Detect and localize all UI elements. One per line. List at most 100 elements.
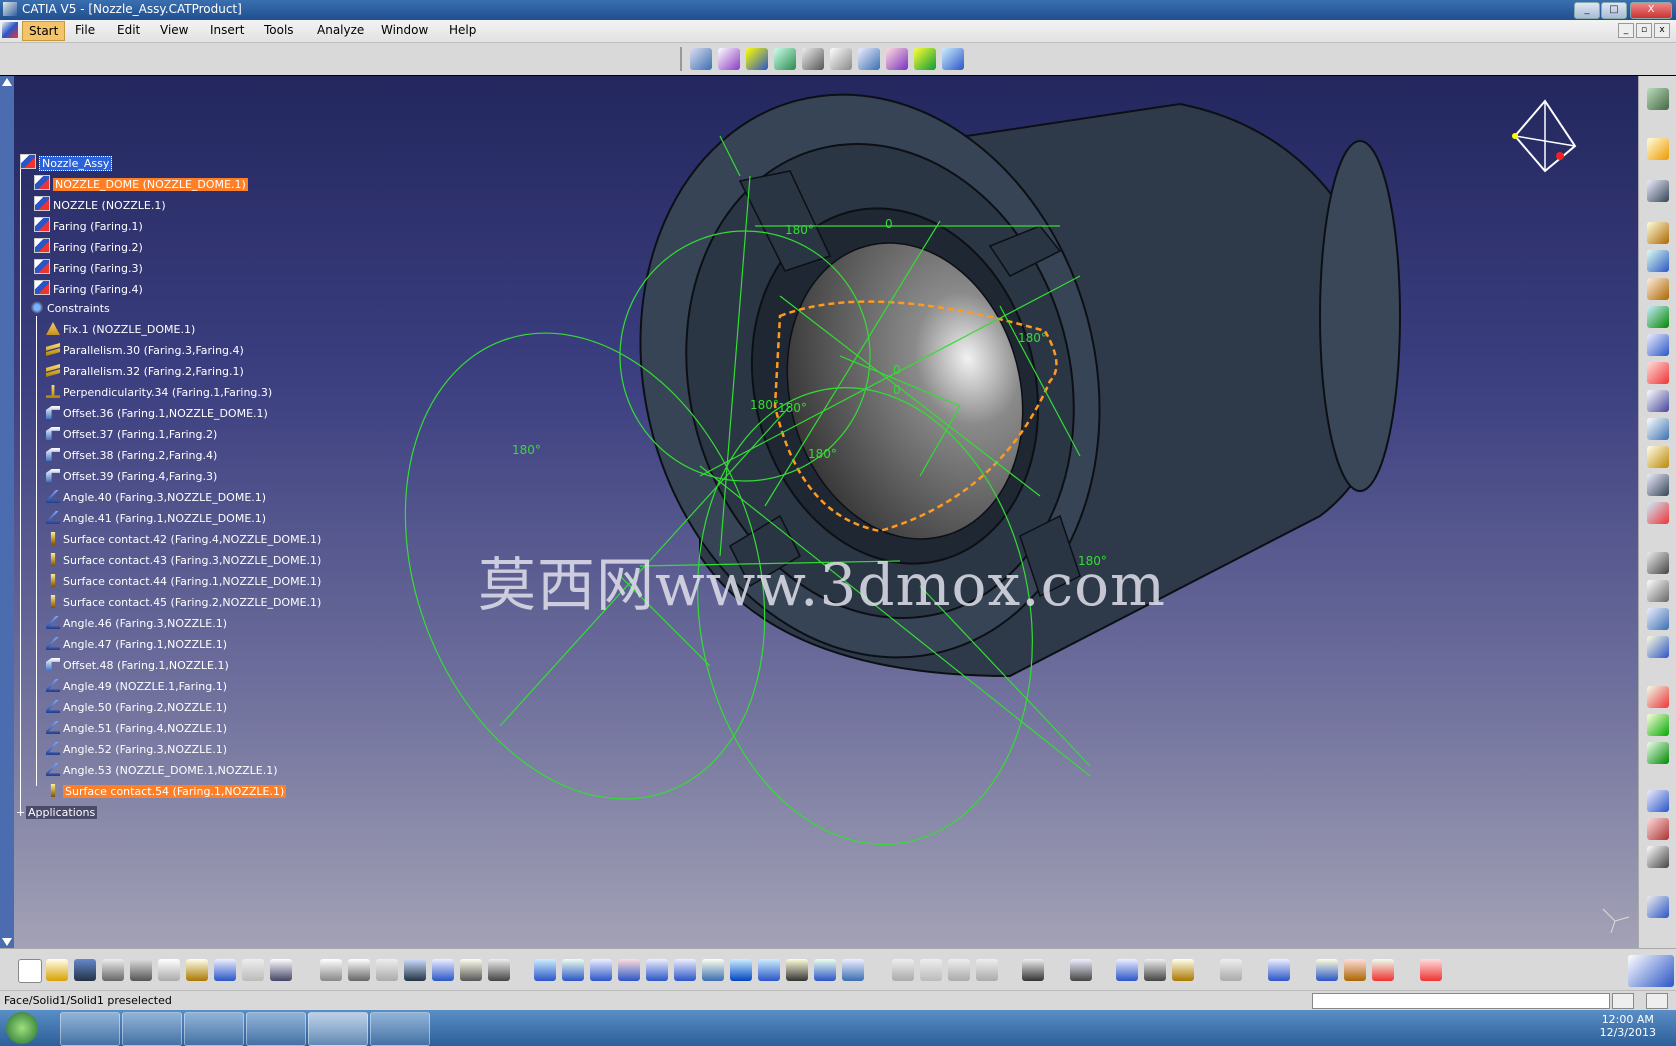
- material-icon[interactable]: [1344, 959, 1366, 981]
- copy-icon[interactable]: [158, 959, 180, 981]
- new-component-icon[interactable]: [1647, 222, 1669, 244]
- tree-root[interactable]: Nozzle_Assy: [20, 154, 113, 171]
- command-search-button[interactable]: [1646, 993, 1668, 1009]
- flag-note-icon[interactable]: [1647, 846, 1669, 868]
- replace-icon[interactable]: [1647, 334, 1669, 356]
- tree-constraint-label[interactable]: Angle.41 (Faring.1,NOZZLE_DOME.1): [63, 512, 266, 525]
- weld-icon[interactable]: [1647, 818, 1669, 840]
- menu-tools[interactable]: Tools: [264, 23, 294, 37]
- tree-constraint[interactable]: Angle.49 (NOZZLE.1,Faring.1): [46, 679, 227, 695]
- camera-icon[interactable]: [1022, 959, 1044, 981]
- scroll-down-icon[interactable]: [2, 938, 12, 946]
- zoom-in-icon[interactable]: [646, 959, 668, 981]
- tree-applications-node[interactable]: + Applications: [16, 805, 98, 821]
- measure-icon[interactable]: [1647, 636, 1669, 658]
- grid-icon[interactable]: [1420, 959, 1442, 981]
- tree-constraint[interactable]: Perpendicularity.34 (Faring.1,Faring.3): [46, 385, 272, 401]
- close-button[interactable]: X: [1630, 2, 1672, 19]
- tree-constraint[interactable]: Angle.41 (Faring.1,NOZZLE_DOME.1): [46, 511, 266, 527]
- tree-constraint[interactable]: Angle.52 (Faring.3,NOZZLE.1): [46, 742, 227, 758]
- bottle-icon[interactable]: [1172, 959, 1194, 981]
- tree-constraint[interactable]: Offset.37 (Faring.1,Faring.2): [46, 427, 217, 443]
- tree-constraint-label[interactable]: Parallelism.32 (Faring.2,Faring.1): [63, 365, 244, 378]
- pencil-icon[interactable]: [830, 48, 852, 70]
- new-part-icon[interactable]: [1647, 278, 1669, 300]
- text-icon[interactable]: [1647, 418, 1669, 440]
- paste-icon[interactable]: [186, 959, 208, 981]
- tree-constraint[interactable]: Angle.47 (Faring.1,NOZZLE.1): [46, 637, 227, 653]
- tree-constraint[interactable]: Surface contact.45 (Faring.2,NOZZLE_DOME…: [46, 595, 321, 611]
- rotate-icon[interactable]: [618, 959, 640, 981]
- tree-constraint-label[interactable]: Angle.51 (Faring.4,NOZZLE.1): [63, 722, 227, 735]
- product-tool-icon[interactable]: [892, 959, 914, 981]
- system-tray[interactable]: [1376, 1020, 1536, 1036]
- zoom-out-icon[interactable]: [674, 959, 696, 981]
- tree-part-label[interactable]: Faring (Faring.2): [53, 241, 143, 254]
- bill-of-materials-icon[interactable]: [1647, 502, 1669, 524]
- scroll-up-icon[interactable]: [2, 78, 12, 86]
- toolbar-grip[interactable]: [680, 47, 682, 71]
- product-structure-icon[interactable]: [690, 48, 712, 70]
- manipulation-icon[interactable]: [774, 48, 796, 70]
- graph-tree-icon[interactable]: [432, 959, 454, 981]
- tree-part-label[interactable]: NOZZLE (NOZZLE.1): [53, 199, 166, 212]
- export-icon[interactable]: [1647, 742, 1669, 764]
- capture-icon[interactable]: [1070, 959, 1092, 981]
- tree-constraint-label[interactable]: Surface contact.44 (Faring.1,NOZZLE_DOME…: [63, 575, 321, 588]
- tree-constraints-node[interactable]: Constraints: [30, 301, 110, 317]
- new-document-icon[interactable]: [18, 959, 42, 983]
- new-product-icon[interactable]: [1647, 250, 1669, 272]
- lock-icon[interactable]: [460, 959, 482, 981]
- numbering-icon[interactable]: [1647, 390, 1669, 412]
- menu-start[interactable]: Start: [22, 21, 66, 41]
- menu-help[interactable]: Help: [449, 23, 476, 37]
- fly-mode-icon[interactable]: [534, 959, 556, 981]
- whats-this-icon[interactable]: [270, 959, 292, 981]
- command-input[interactable]: [1312, 993, 1610, 1009]
- section-icon[interactable]: [1647, 580, 1669, 602]
- tree-constraint-label[interactable]: Angle.49 (NOZZLE.1,Faring.1): [63, 680, 227, 693]
- doc-minimize-button[interactable]: _: [1618, 23, 1634, 38]
- tree-constraint-label[interactable]: Angle.46 (Faring.3,NOZZLE.1): [63, 617, 227, 630]
- tree-constraint[interactable]: Angle.40 (Faring.3,NOZZLE_DOME.1): [46, 490, 266, 506]
- undo-icon[interactable]: [214, 959, 236, 981]
- tree-constraint[interactable]: Offset.36 (Faring.1,NOZZLE_DOME.1): [46, 406, 268, 422]
- tree-constraint-label[interactable]: Parallelism.30 (Faring.3,Faring.4): [63, 344, 244, 357]
- start-orb-icon[interactable]: [6, 1012, 38, 1044]
- tree-constraint-label[interactable]: Angle.40 (Faring.3,NOZZLE_DOME.1): [63, 491, 266, 504]
- tree-constraint-label[interactable]: Offset.48 (Faring.1,NOZZLE.1): [63, 659, 229, 672]
- scenes-icon[interactable]: [1647, 474, 1669, 496]
- menu-analyze[interactable]: Analyze: [317, 23, 364, 37]
- formula-icon[interactable]: [320, 959, 342, 981]
- tree-part[interactable]: Faring (Faring.2): [34, 238, 143, 254]
- redo-icon[interactable]: [242, 959, 264, 981]
- tree-constraint[interactable]: Angle.53 (NOZZLE_DOME.1,NOZZLE.1): [46, 763, 278, 779]
- shading-icon[interactable]: [786, 959, 808, 981]
- eraser-icon[interactable]: [1268, 959, 1290, 981]
- explode-icon[interactable]: [942, 48, 964, 70]
- taskbar-media-player-icon[interactable]: [122, 1012, 182, 1046]
- menu-file[interactable]: File: [75, 23, 95, 37]
- link-icon[interactable]: [1220, 959, 1242, 981]
- tree-constraint-label[interactable]: Angle.52 (Faring.3,NOZZLE.1): [63, 743, 227, 756]
- taskbar-catia-icon[interactable]: [308, 1012, 368, 1046]
- knowledge-icon[interactable]: [376, 959, 398, 981]
- axis-system-icon[interactable]: [1647, 896, 1669, 918]
- expand-icon[interactable]: +: [16, 805, 26, 821]
- tree-constraint-label[interactable]: Offset.37 (Faring.1,Faring.2): [63, 428, 217, 441]
- menu-window[interactable]: Window: [381, 23, 428, 37]
- tree-constraint[interactable]: Angle.51 (Faring.4,NOZZLE.1): [46, 721, 227, 737]
- anchor-icon[interactable]: [802, 48, 824, 70]
- tree-constraint-label[interactable]: Surface contact.42 (Faring.4,NOZZLE_DOME…: [63, 533, 321, 546]
- hide-show-icon[interactable]: [814, 959, 836, 981]
- minimize-button[interactable]: _: [1574, 2, 1600, 19]
- iso-view-icon[interactable]: [758, 959, 780, 981]
- import-icon[interactable]: [1647, 714, 1669, 736]
- apply-material-icon[interactable]: [1372, 959, 1394, 981]
- swap-visible-icon[interactable]: [842, 959, 864, 981]
- tree-constraint[interactable]: Offset.39 (Faring.4,Faring.3): [46, 469, 217, 485]
- save-management-icon[interactable]: [1647, 686, 1669, 708]
- constraint-icon[interactable]: [886, 48, 908, 70]
- select-arrow-icon[interactable]: [1647, 138, 1669, 160]
- fit-all-icon[interactable]: [562, 959, 584, 981]
